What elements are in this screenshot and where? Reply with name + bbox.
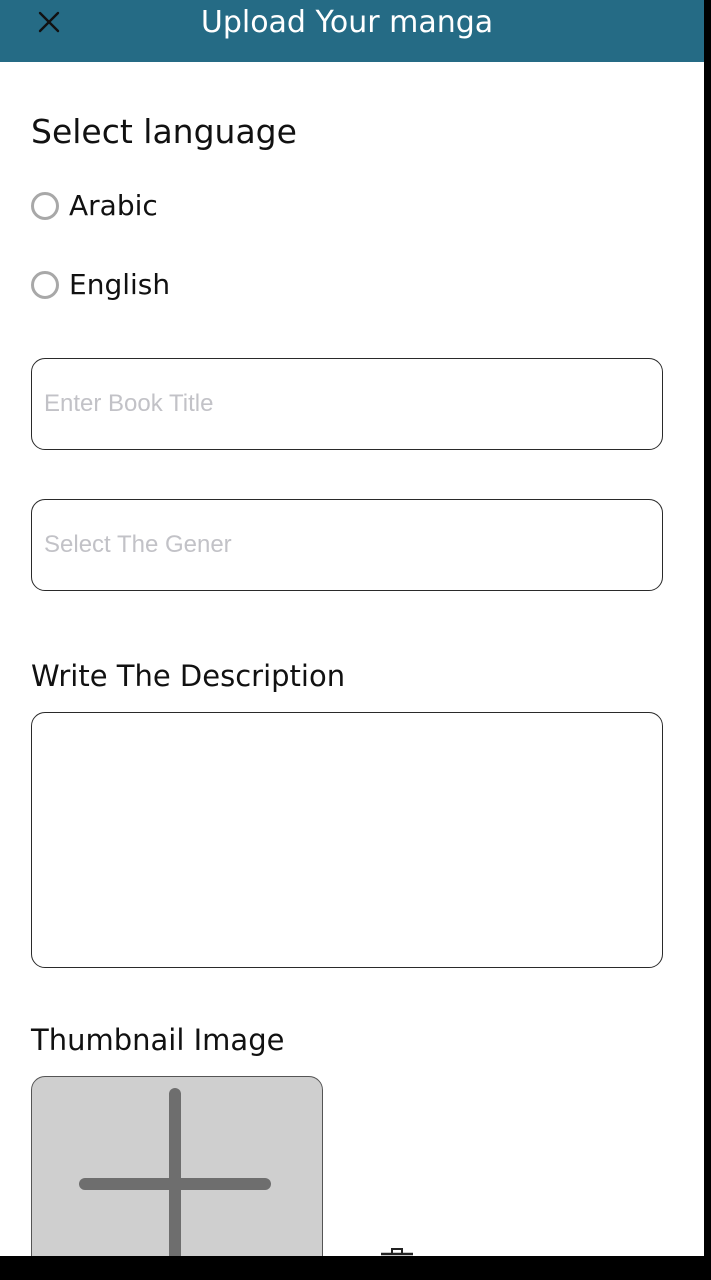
- radio-label-english: English: [69, 268, 171, 301]
- radio-circle-english[interactable]: [31, 271, 59, 299]
- app-screen: Upload Your manga Select language Arabic…: [0, 0, 711, 1280]
- thumbnail-upload-button[interactable]: [31, 1076, 323, 1256]
- genre-field[interactable]: [31, 499, 663, 591]
- book-title-field[interactable]: [31, 358, 663, 450]
- header-bar: Upload Your manga: [0, 0, 704, 62]
- trash-icon[interactable]: [378, 1246, 416, 1256]
- select-language-heading: Select language: [31, 112, 297, 151]
- description-heading: Write The Description: [31, 659, 346, 693]
- description-field[interactable]: [31, 712, 663, 968]
- book-title-input[interactable]: [44, 359, 644, 448]
- radio-circle-arabic[interactable]: [31, 192, 59, 220]
- description-textarea[interactable]: [44, 723, 652, 959]
- thumbnail-heading: Thumbnail Image: [31, 1023, 285, 1057]
- plus-icon: [78, 1087, 271, 1256]
- radio-arabic[interactable]: Arabic: [31, 186, 158, 226]
- radio-english[interactable]: English: [31, 265, 170, 305]
- genre-select-input[interactable]: [44, 500, 644, 589]
- upload-page: Upload Your manga Select language Arabic…: [0, 0, 704, 1256]
- radio-label-arabic: Arabic: [69, 189, 158, 222]
- page-title: Upload Your manga: [200, 5, 494, 40]
